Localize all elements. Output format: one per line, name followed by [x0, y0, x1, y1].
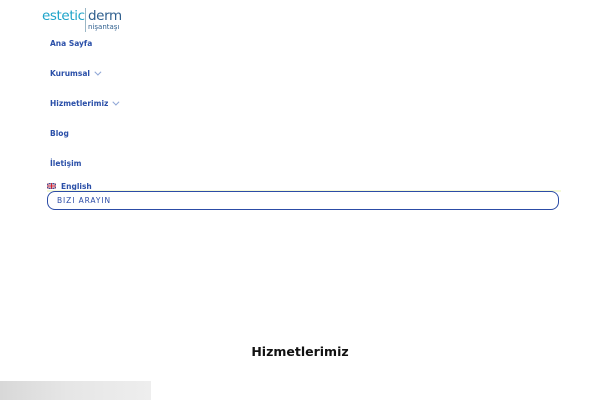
call-us-button[interactable]: BIZI ARAYIN: [47, 191, 559, 210]
logo-brand-secondary: derm: [88, 8, 122, 24]
logo-brand-sub: nişantaşı: [88, 23, 120, 31]
nav-item-ana-sayfa[interactable]: Ana Sayfa: [50, 39, 92, 49]
logo-divider: [85, 8, 86, 32]
nav-item-label: Kurumsal: [50, 69, 90, 78]
services-section-title: Hizmetlerimiz: [251, 344, 349, 359]
nav-item-label: Blog: [50, 129, 69, 138]
nav-item-hizmetlerimiz[interactable]: Hizmetlerimiz: [50, 98, 120, 109]
brand-logo[interactable]: estetic derm nişantaşı: [42, 6, 122, 32]
nav-item-label: Ana Sayfa: [50, 39, 93, 48]
logo-brand-main: estetic: [42, 8, 85, 24]
chevron-down-icon: [112, 98, 120, 106]
service-image[interactable]: [0, 381, 151, 400]
nav-item-label: İletişim: [50, 159, 82, 168]
nav-item-iletisim[interactable]: İletişim: [50, 159, 81, 169]
nav-item-blog[interactable]: Blog: [50, 129, 69, 139]
nav-item-label: Hizmetlerimiz: [50, 99, 109, 108]
chevron-down-icon: [94, 68, 102, 76]
uk-flag-icon: [47, 183, 56, 189]
nav-item-kurumsal[interactable]: Kurumsal: [50, 68, 102, 79]
page: estetic derm nişantaşı Ana Sayfa Kurumsa…: [0, 0, 600, 400]
